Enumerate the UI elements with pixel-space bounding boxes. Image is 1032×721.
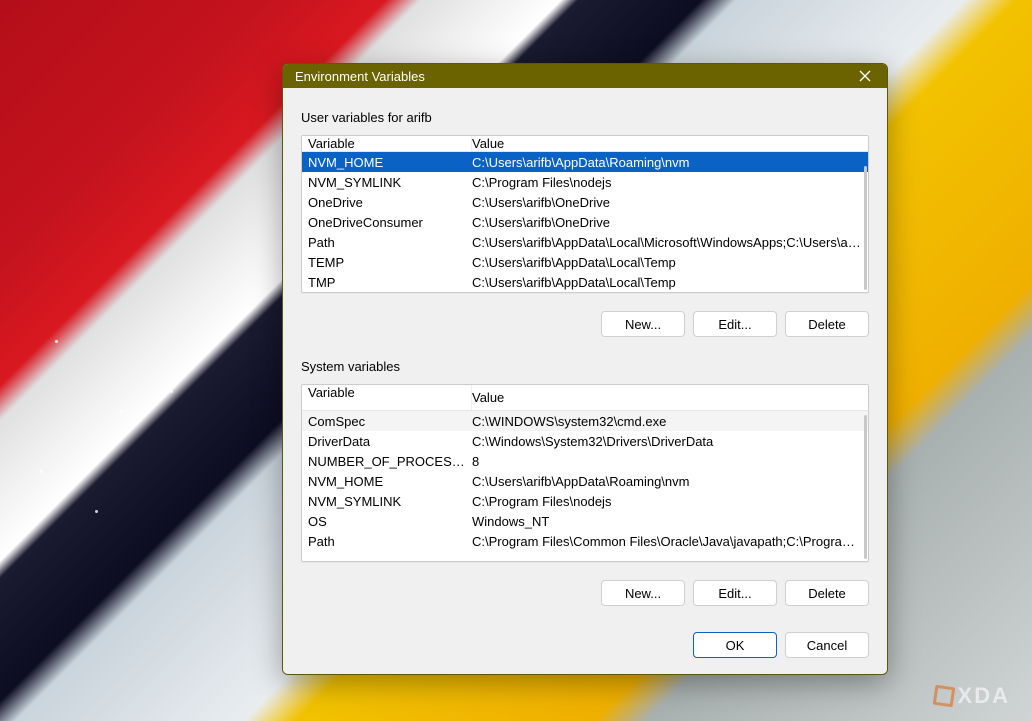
cell-variable: TMP xyxy=(308,275,472,290)
speckle xyxy=(120,410,123,413)
user-vars-listview[interactable]: Variable Value NVM_HOMEC:\Users\arifb\Ap… xyxy=(301,135,869,293)
xda-watermark: XDA xyxy=(934,683,1010,709)
env-variables-dialog: Environment Variables User variables for… xyxy=(282,63,888,675)
system-vars-label: System variables xyxy=(301,359,869,374)
cell-value: 8 xyxy=(472,454,862,469)
cell-value: C:\Users\arifb\OneDrive xyxy=(472,195,862,210)
watermark-text: XDA xyxy=(958,683,1010,709)
close-icon xyxy=(859,70,871,82)
close-button[interactable] xyxy=(851,64,879,88)
cell-variable: OneDrive xyxy=(308,195,472,210)
cell-variable: NVM_SYMLINK xyxy=(308,175,472,190)
user-vars-label: User variables for arifb xyxy=(301,110,869,125)
table-row[interactable]: OSWindows_NT xyxy=(302,511,868,531)
cell-value: C:\Users\arifb\AppData\Local\Temp xyxy=(472,255,862,270)
cell-variable: Path xyxy=(308,235,472,250)
table-row[interactable]: PathC:\Program Files\Common Files\Oracle… xyxy=(302,531,868,551)
user-delete-button[interactable]: Delete xyxy=(785,311,869,337)
table-row[interactable]: ComSpecC:\WINDOWS\system32\cmd.exe xyxy=(302,411,868,431)
xda-logo-icon xyxy=(932,685,955,708)
ok-button[interactable]: OK xyxy=(693,632,777,658)
titlebar[interactable]: Environment Variables xyxy=(283,64,887,88)
cell-value: C:\Users\arifb\AppData\Roaming\nvm xyxy=(472,155,862,170)
cancel-button[interactable]: Cancel xyxy=(785,632,869,658)
scrollbar[interactable] xyxy=(864,166,867,290)
table-row[interactable]: DriverDataC:\Windows\System32\Drivers\Dr… xyxy=(302,431,868,451)
system-vars-rows: ComSpecC:\WINDOWS\system32\cmd.exeDriver… xyxy=(302,411,868,551)
cell-value: C:\Users\arifb\AppData\Roaming\nvm xyxy=(472,474,862,489)
speckle xyxy=(40,470,43,473)
user-vars-header[interactable]: Variable Value xyxy=(302,136,868,152)
cell-variable: ComSpec xyxy=(308,414,472,429)
dialog-title: Environment Variables xyxy=(295,69,425,84)
cell-variable: NVM_SYMLINK xyxy=(308,494,472,509)
cell-variable: DriverData xyxy=(308,434,472,449)
system-edit-button[interactable]: Edit... xyxy=(693,580,777,606)
cell-variable: OneDriveConsumer xyxy=(308,215,472,230)
user-vars-rows: NVM_HOMEC:\Users\arifb\AppData\Roaming\n… xyxy=(302,152,868,292)
desktop-wallpaper: Environment Variables User variables for… xyxy=(0,0,1032,721)
col-header-variable[interactable]: Variable xyxy=(308,136,472,151)
col-header-value[interactable]: Value xyxy=(472,390,862,405)
cell-value: C:\Program Files\nodejs xyxy=(472,494,862,509)
cell-value: C:\WINDOWS\system32\cmd.exe xyxy=(472,414,862,429)
cell-value: C:\Windows\System32\Drivers\DriverData xyxy=(472,434,862,449)
scrollbar[interactable] xyxy=(864,415,867,559)
dialog-footer: OK Cancel xyxy=(301,618,869,664)
cell-value: C:\Users\arifb\AppData\Local\Temp xyxy=(472,275,862,290)
table-row[interactable]: TMPC:\Users\arifb\AppData\Local\Temp xyxy=(302,272,868,292)
system-vars-buttons: New... Edit... Delete xyxy=(301,570,869,610)
system-new-button[interactable]: New... xyxy=(601,580,685,606)
cell-value: C:\Users\arifb\AppData\Local\Microsoft\W… xyxy=(472,235,862,250)
cell-variable: NUMBER_OF_PROCESSORS xyxy=(308,454,472,469)
table-row[interactable]: TEMPC:\Users\arifb\AppData\Local\Temp xyxy=(302,252,868,272)
cell-value: C:\Program Files\Common Files\Oracle\Jav… xyxy=(472,534,862,549)
col-header-variable[interactable]: Variable xyxy=(308,385,472,410)
user-new-button[interactable]: New... xyxy=(601,311,685,337)
system-vars-listview[interactable]: Variable Value ComSpecC:\WINDOWS\system3… xyxy=(301,384,869,562)
cell-variable: TEMP xyxy=(308,255,472,270)
speckle xyxy=(55,340,58,343)
user-edit-button[interactable]: Edit... xyxy=(693,311,777,337)
speckle xyxy=(95,510,98,513)
cell-variable: Path xyxy=(308,534,472,549)
cell-variable: NVM_HOME xyxy=(308,155,472,170)
cell-variable: OS xyxy=(308,514,472,529)
col-header-value[interactable]: Value xyxy=(472,136,862,151)
cell-value: C:\Users\arifb\OneDrive xyxy=(472,215,862,230)
table-row[interactable]: NVM_SYMLINKC:\Program Files\nodejs xyxy=(302,491,868,511)
cell-value: Windows_NT xyxy=(472,514,862,529)
system-delete-button[interactable]: Delete xyxy=(785,580,869,606)
table-row[interactable]: OneDriveConsumerC:\Users\arifb\OneDrive xyxy=(302,212,868,232)
user-vars-buttons: New... Edit... Delete xyxy=(301,301,869,341)
dialog-body: User variables for arifb Variable Value … xyxy=(283,88,887,674)
table-row[interactable]: NVM_HOMEC:\Users\arifb\AppData\Roaming\n… xyxy=(302,152,868,172)
cell-variable: NVM_HOME xyxy=(308,474,472,489)
table-row[interactable]: NUMBER_OF_PROCESSORS8 xyxy=(302,451,868,471)
table-row[interactable]: PathC:\Users\arifb\AppData\Local\Microso… xyxy=(302,232,868,252)
speckle xyxy=(170,390,173,393)
table-row[interactable]: NVM_HOMEC:\Users\arifb\AppData\Roaming\n… xyxy=(302,471,868,491)
cell-value: C:\Program Files\nodejs xyxy=(472,175,862,190)
system-vars-header[interactable]: Variable Value xyxy=(302,385,868,411)
table-row[interactable]: NVM_SYMLINKC:\Program Files\nodejs xyxy=(302,172,868,192)
table-row[interactable]: OneDriveC:\Users\arifb\OneDrive xyxy=(302,192,868,212)
